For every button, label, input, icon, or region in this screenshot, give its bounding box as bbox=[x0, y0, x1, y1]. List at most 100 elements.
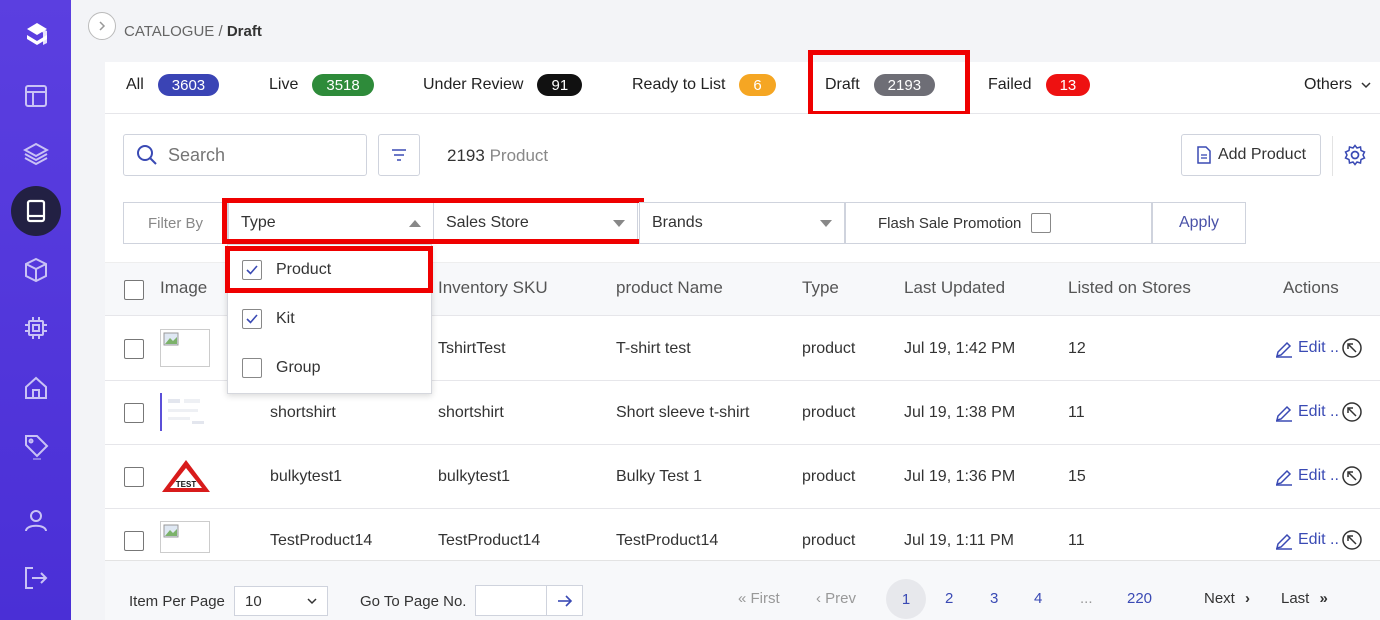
open-external-icon[interactable] bbox=[1341, 529, 1363, 551]
row-product-name[interactable]: Short sleeve t-shirt bbox=[616, 404, 749, 422]
double-chevron-right-icon: » bbox=[1319, 590, 1328, 607]
box-icon[interactable] bbox=[0, 250, 71, 290]
first-label: First bbox=[750, 590, 780, 607]
others-dropdown[interactable]: Others bbox=[1304, 72, 1372, 98]
row-product-name[interactable]: Bulky Test 1 bbox=[616, 468, 702, 486]
page-4-button[interactable]: 4 bbox=[1034, 590, 1042, 607]
edit-label: Edit .. bbox=[1298, 531, 1339, 548]
col-product-name[interactable]: product Name bbox=[616, 278, 723, 298]
prev-page-button[interactable]: ‹ Prev bbox=[816, 590, 856, 607]
page-2-button[interactable]: 2 bbox=[945, 590, 953, 607]
flash-sale-label: Flash Sale Promotion bbox=[878, 214, 1022, 232]
page-3-button[interactable]: 3 bbox=[990, 590, 998, 607]
logout-icon[interactable] bbox=[0, 558, 71, 598]
tab-ready-to-list[interactable]: Ready to List 6 bbox=[632, 72, 776, 98]
type-store-filter-highlight bbox=[222, 198, 644, 244]
row-listed-stores: 11 bbox=[1068, 404, 1085, 421]
caret-down-icon bbox=[820, 219, 832, 227]
catalogue-icon[interactable] bbox=[0, 186, 71, 236]
tab-label: All bbox=[126, 76, 144, 93]
first-page-button[interactable]: « First bbox=[738, 590, 780, 607]
row-edit-button[interactable]: Edit .. bbox=[1274, 529, 1363, 551]
product-thumbnail-broken[interactable] bbox=[160, 329, 210, 367]
tab-count-badge: 3603 bbox=[157, 74, 220, 96]
tab-failed[interactable]: Failed 13 bbox=[988, 72, 1091, 98]
product-thumbnail[interactable] bbox=[160, 393, 210, 431]
row-type: product bbox=[802, 340, 856, 357]
tag-icon[interactable] bbox=[0, 428, 71, 468]
row-edit-button[interactable]: Edit .. bbox=[1274, 401, 1363, 423]
add-product-button[interactable]: Add Product bbox=[1181, 134, 1321, 176]
row-edit-button[interactable]: Edit .. bbox=[1274, 337, 1363, 359]
tab-label: Ready to List bbox=[632, 76, 726, 93]
add-product-label: Add Product bbox=[1217, 146, 1307, 163]
item-per-page-value: 10 bbox=[245, 592, 262, 610]
last-page-button[interactable]: Last » bbox=[1281, 590, 1328, 607]
tab-all[interactable]: All 3603 bbox=[126, 72, 220, 98]
row-checkbox[interactable] bbox=[124, 403, 144, 423]
double-chevron-left-icon: « bbox=[738, 590, 747, 607]
product-thumbnail-broken[interactable] bbox=[160, 521, 210, 553]
open-external-icon[interactable] bbox=[1341, 465, 1363, 487]
chevron-down-icon bbox=[307, 597, 317, 604]
search-input[interactable] bbox=[168, 144, 348, 166]
product-thumbnail[interactable]: TEST bbox=[160, 457, 210, 495]
open-external-icon[interactable] bbox=[1341, 337, 1363, 359]
next-page-button[interactable]: Next › bbox=[1204, 590, 1250, 607]
row-edit-button[interactable]: Edit .. bbox=[1274, 465, 1363, 487]
breadcrumb-root[interactable]: CATALOGUE bbox=[124, 23, 214, 40]
row-product-name[interactable]: TestProduct14 bbox=[616, 532, 718, 550]
page-1-button[interactable]: 1 bbox=[886, 579, 926, 619]
search-box[interactable] bbox=[123, 134, 367, 176]
option-checkbox-checked[interactable] bbox=[242, 309, 262, 329]
col-listed-on-stores[interactable]: Listed on Stores bbox=[1068, 278, 1191, 298]
tab-under-review[interactable]: Under Review 91 bbox=[423, 72, 583, 98]
row-checkbox[interactable] bbox=[124, 531, 144, 551]
go-to-page-input[interactable] bbox=[475, 585, 547, 616]
type-option-group[interactable]: Group bbox=[242, 353, 320, 383]
row-last-updated: Jul 19, 1:11 PM bbox=[904, 532, 1014, 549]
user-icon[interactable] bbox=[0, 500, 71, 540]
row-type: product bbox=[802, 532, 856, 549]
row-checkbox[interactable] bbox=[124, 339, 144, 359]
logo-icon[interactable] bbox=[0, 14, 71, 54]
row-product-name[interactable]: T-shirt test bbox=[616, 340, 691, 358]
col-last-updated[interactable]: Last Updated bbox=[904, 278, 1005, 298]
breadcrumb-separator: / bbox=[214, 23, 227, 40]
go-to-page-button[interactable] bbox=[546, 585, 583, 616]
page-220-button[interactable]: 220 bbox=[1127, 590, 1152, 607]
col-inventory-sku[interactable]: Inventory SKU bbox=[438, 278, 548, 298]
apply-button[interactable]: Apply bbox=[1152, 202, 1246, 244]
flash-sale-checkbox[interactable] bbox=[1031, 213, 1052, 233]
breadcrumb-current: Draft bbox=[226, 23, 262, 40]
type-option-kit[interactable]: Kit bbox=[242, 304, 295, 334]
row-listed-stores: 11 bbox=[1068, 532, 1085, 549]
filter-toggle-button[interactable] bbox=[378, 134, 420, 176]
product-option-highlight bbox=[225, 246, 433, 293]
pencil-icon bbox=[1275, 341, 1292, 358]
settings-gear-button[interactable] bbox=[1342, 142, 1368, 168]
brands-filter-select[interactable]: Brands bbox=[639, 202, 845, 244]
option-checkbox-unchecked[interactable] bbox=[242, 358, 262, 378]
dashboard-icon[interactable] bbox=[0, 76, 71, 116]
row-checkbox[interactable] bbox=[124, 467, 144, 487]
col-type[interactable]: Type bbox=[802, 278, 839, 298]
tab-live[interactable]: Live 3518 bbox=[269, 72, 374, 98]
layers-icon[interactable] bbox=[0, 134, 71, 174]
col-image[interactable]: Image bbox=[160, 278, 207, 298]
tab-label: Failed bbox=[988, 76, 1032, 93]
tab-label: Under Review bbox=[423, 76, 524, 93]
flash-sale-filter[interactable]: Flash Sale Promotion bbox=[845, 202, 1152, 244]
select-all-checkbox[interactable] bbox=[124, 280, 144, 300]
test-sign-text: TEST bbox=[176, 480, 197, 489]
item-per-page-select[interactable]: 10 bbox=[234, 586, 328, 616]
open-external-icon[interactable] bbox=[1341, 401, 1363, 423]
row-listed-stores: 12 bbox=[1068, 340, 1086, 357]
row-listed-stores: 15 bbox=[1068, 468, 1086, 485]
chip-icon[interactable] bbox=[0, 308, 71, 348]
filter-by-label: Filter By bbox=[123, 202, 228, 244]
collapse-sidebar-button[interactable] bbox=[88, 12, 116, 40]
arrow-right-icon bbox=[557, 594, 572, 607]
row-sku-name: bulkytest1 bbox=[270, 468, 343, 485]
home-icon[interactable] bbox=[0, 368, 71, 408]
